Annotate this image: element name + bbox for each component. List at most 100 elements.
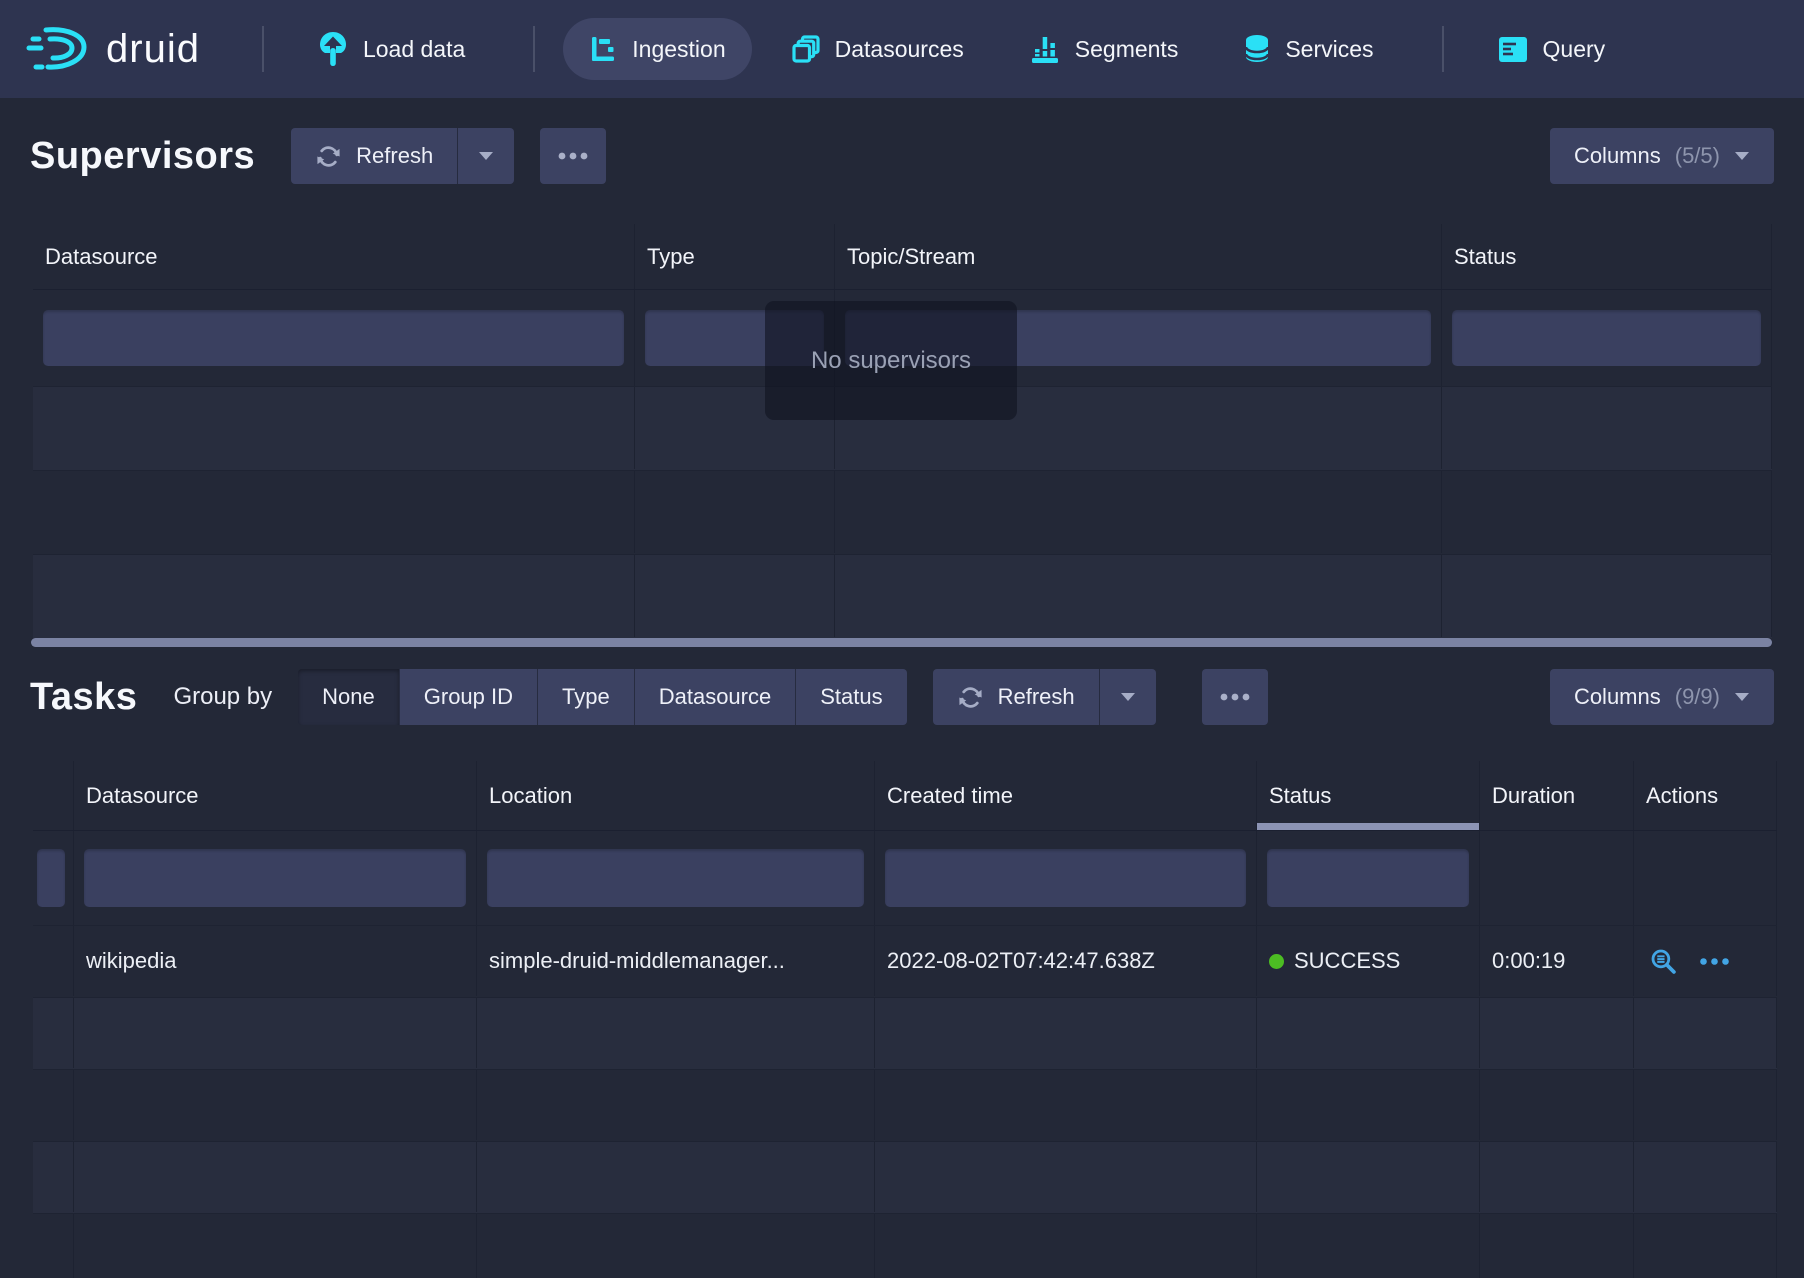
- services-icon: [1244, 34, 1270, 64]
- task-actions-more-icon[interactable]: [1699, 957, 1730, 966]
- nav-item-label: Query: [1543, 36, 1606, 63]
- chevron-down-icon: [1734, 151, 1750, 161]
- task-status-cell: SUCCESS: [1257, 926, 1480, 996]
- nav-item-load-data[interactable]: Load data: [292, 18, 491, 80]
- task-location-cell: simple-druid-middlemanager...: [477, 926, 875, 996]
- more-icon: [557, 151, 589, 161]
- columns-count: (5/5): [1675, 143, 1720, 169]
- top-nav: druid Load data Ingestio: [0, 0, 1804, 98]
- nav-item-segments[interactable]: Segments: [1004, 18, 1205, 80]
- datasource-filter-input[interactable]: [43, 310, 624, 366]
- column-header-status[interactable]: Status: [1257, 761, 1480, 830]
- empty-row: [33, 1141, 1777, 1213]
- refresh-icon: [957, 684, 984, 711]
- ingestion-icon: [589, 35, 617, 63]
- chevron-down-icon: [478, 151, 494, 161]
- tasks-filter-row: [33, 831, 1777, 925]
- group-by-none-button[interactable]: None: [298, 669, 400, 725]
- supervisors-table-header: Datasource Type Topic/Stream Status: [33, 224, 1772, 290]
- status-success-dot: [1269, 954, 1284, 969]
- segments-icon: [1030, 34, 1060, 64]
- empty-row: [33, 386, 1772, 470]
- supervisors-toolbar: Supervisors Refresh: [0, 128, 1804, 184]
- supervisors-refresh-button[interactable]: Refresh: [291, 128, 457, 184]
- empty-row: [33, 554, 1772, 638]
- task-created-time-cell: 2022-08-02T07:42:47.638Z: [875, 926, 1257, 996]
- task-datasource-cell: wikipedia: [74, 926, 477, 996]
- nav-item-label: Load data: [363, 36, 465, 63]
- column-header-datasource[interactable]: Datasource: [74, 761, 477, 830]
- column-header-location[interactable]: Location: [477, 761, 875, 830]
- tasks-refresh-caret-button[interactable]: [1099, 669, 1156, 725]
- status-badge: SUCCESS: [1294, 948, 1400, 974]
- column-header-created-time[interactable]: Created time: [875, 761, 1257, 830]
- created-time-filter-input[interactable]: [885, 849, 1246, 907]
- refresh-icon: [315, 143, 342, 170]
- task-details-magnifier-icon[interactable]: [1650, 948, 1677, 975]
- group-by-datasource-button[interactable]: Datasource: [635, 669, 797, 725]
- more-icon: [1219, 692, 1251, 702]
- column-header-status[interactable]: Status: [1442, 224, 1772, 289]
- nav-item-label: Segments: [1075, 36, 1179, 63]
- refresh-label: Refresh: [356, 143, 433, 169]
- status-filter-input[interactable]: [1452, 310, 1761, 366]
- nav-item-services[interactable]: Services: [1218, 18, 1399, 80]
- druid-logo[interactable]: druid: [26, 25, 200, 73]
- columns-count: (9/9): [1675, 684, 1720, 710]
- supervisors-refresh-caret-button[interactable]: [457, 128, 514, 184]
- type-filter-input[interactable]: [645, 310, 824, 366]
- supervisors-filter-row: [33, 290, 1772, 386]
- group-by-type-button[interactable]: Type: [538, 669, 635, 725]
- empty-row: [33, 470, 1772, 554]
- datasource-filter-input[interactable]: [84, 849, 466, 907]
- empty-row: [33, 1069, 1777, 1141]
- nav-divider: [262, 26, 264, 72]
- nav-item-datasources[interactable]: Datasources: [766, 18, 990, 80]
- row-filter-input[interactable]: [37, 849, 65, 907]
- nav-item-ingestion[interactable]: Ingestion: [563, 18, 751, 80]
- druid-logo-icon: [26, 25, 92, 73]
- chevron-down-icon: [1734, 692, 1750, 702]
- column-header-blank: [33, 761, 74, 830]
- nav-divider: [533, 26, 535, 72]
- columns-label: Columns: [1574, 143, 1661, 169]
- group-by-status-button[interactable]: Status: [796, 669, 906, 725]
- group-by-group-id-button[interactable]: Group ID: [400, 669, 538, 725]
- tasks-toolbar: Tasks Group by None Group ID Type Dataso…: [0, 669, 1804, 725]
- nav-item-label: Datasources: [835, 36, 964, 63]
- empty-row: [33, 997, 1777, 1069]
- empty-row: [33, 1213, 1777, 1278]
- tasks-table-header: Datasource Location Created time Status …: [33, 761, 1777, 831]
- supervisors-title: Supervisors: [30, 135, 255, 178]
- nav-item-label: Ingestion: [632, 36, 725, 63]
- topic-stream-filter-input[interactable]: [845, 310, 1431, 366]
- brand-name: druid: [106, 27, 200, 72]
- tasks-refresh-button[interactable]: Refresh: [933, 669, 1099, 725]
- refresh-label: Refresh: [998, 684, 1075, 710]
- tasks-title: Tasks: [30, 676, 137, 719]
- column-header-type[interactable]: Type: [635, 224, 835, 289]
- supervisors-more-button[interactable]: [540, 128, 606, 184]
- task-row-wikipedia[interactable]: wikipedia simple-druid-middlemanager... …: [33, 925, 1777, 997]
- tasks-columns-button[interactable]: Columns (9/9): [1550, 669, 1774, 725]
- tasks-table: Datasource Location Created time Status …: [33, 761, 1777, 1278]
- query-icon: [1498, 36, 1528, 63]
- column-header-duration[interactable]: Duration: [1480, 761, 1634, 830]
- supervisors-table: Datasource Type Topic/Stream Status No s…: [33, 224, 1772, 638]
- status-filter-input[interactable]: [1267, 849, 1469, 907]
- columns-label: Columns: [1574, 684, 1661, 710]
- column-header-datasource[interactable]: Datasource: [33, 224, 635, 289]
- supervisors-columns-button[interactable]: Columns (5/5): [1550, 128, 1774, 184]
- group-by-segmented: None Group ID Type Datasource Status: [298, 669, 906, 725]
- group-by-label: Group by: [173, 683, 272, 711]
- location-filter-input[interactable]: [487, 849, 864, 907]
- nav-divider: [1442, 26, 1444, 72]
- task-duration-cell: 0:00:19: [1480, 926, 1634, 996]
- tasks-more-button[interactable]: [1202, 669, 1268, 725]
- column-header-actions[interactable]: Actions: [1634, 761, 1777, 830]
- nav-item-label: Services: [1285, 36, 1373, 63]
- nav-item-query[interactable]: Query: [1472, 18, 1632, 80]
- supervisors-horizontal-scrollbar[interactable]: [31, 638, 1772, 647]
- column-header-topic-stream[interactable]: Topic/Stream: [835, 224, 1442, 289]
- tasks-refresh-split: Refresh: [933, 669, 1156, 725]
